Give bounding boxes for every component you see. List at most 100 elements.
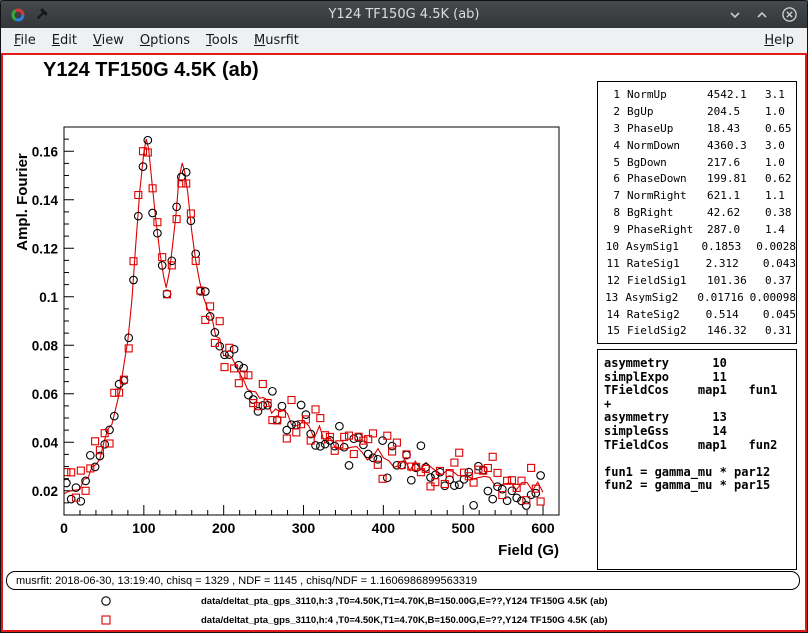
param-err: 1.0 (765, 104, 796, 121)
param-name: NormDown (627, 138, 707, 155)
param-idx: 13 (603, 290, 618, 307)
legend-marker-circle-icon (100, 595, 112, 607)
param-err: 0.38 (765, 205, 796, 222)
fourier-plot-svg: 01002003004005006000.020.040.060.080.10.… (6, 122, 586, 572)
param-name: FieldSig2 (627, 323, 707, 340)
param-err: 0.31 (765, 323, 796, 340)
svg-text:0.1: 0.1 (39, 290, 58, 305)
param-row: 12FieldSig1101.360.37 (603, 273, 796, 290)
param-err: 0.37 (765, 273, 796, 290)
param-err: 0.045 (763, 307, 796, 324)
close-button[interactable] (781, 6, 798, 23)
menu-item-view[interactable]: View (85, 31, 132, 50)
param-err: 0.62 (765, 171, 796, 188)
param-val: 4542.1 (707, 87, 765, 104)
param-row: 10AsymSig10.18530.0028 (603, 239, 796, 256)
param-err: 1.1 (765, 188, 796, 205)
theory-line (604, 452, 790, 466)
param-val: 217.6 (707, 155, 765, 172)
y-axis-title: Ampl. Fourier (14, 153, 31, 251)
legend-entry: data/deltat_pta_gps_3110,h:3 ,T0=4.50K,T… (3, 592, 805, 611)
legend-label: data/deltat_pta_gps_3110,h:4 ,T0=4.50K,T… (201, 615, 608, 626)
param-idx: 10 (603, 239, 619, 256)
param-idx: 11 (603, 256, 620, 273)
param-row: 8BgRight42.620.38 (603, 205, 796, 222)
menu-item-tools[interactable]: Tools (198, 31, 246, 50)
param-idx: 7 (603, 188, 620, 205)
app-window: Y124 TF150G 4.5K (ab) FileEditViewOption… (0, 0, 808, 633)
param-row: 15FieldSig2146.320.31 (603, 323, 796, 340)
menu-item-help[interactable]: Help (756, 31, 802, 50)
svg-text:100: 100 (132, 520, 156, 536)
legend-marker-square-icon (100, 614, 112, 626)
param-val: 146.32 (707, 323, 765, 340)
theory-box: asymmetry 10simplExpo 11TFieldCos map1 f… (597, 349, 797, 570)
svg-text:500: 500 (452, 520, 476, 536)
menu-item-options[interactable]: Options (132, 31, 198, 50)
param-err: 3.0 (765, 138, 796, 155)
svg-text:0.14: 0.14 (32, 193, 59, 208)
theory-line: simpleGss 14 (604, 425, 790, 439)
legend-label: data/deltat_pta_gps_3110,h:3 ,T0=4.50K,T… (201, 596, 608, 607)
param-err: 3.1 (765, 87, 796, 104)
param-row: 13AsymSig20.017160.00098 (603, 290, 796, 307)
param-name: PhaseRight (627, 222, 707, 239)
param-row: 11RateSig12.3120.043 (603, 256, 796, 273)
param-idx: 14 (603, 307, 620, 324)
param-idx: 3 (603, 121, 620, 138)
param-val: 18.43 (707, 121, 765, 138)
param-err: 1.4 (765, 222, 796, 239)
x-axis-title: Field (G) (498, 542, 559, 559)
param-idx: 1 (603, 87, 620, 104)
menu-item-musrfit[interactable]: Musrfit (246, 31, 307, 50)
theory-line: simplExpo 11 (604, 371, 790, 385)
param-row: 7 NormRight621.11.1 (603, 188, 796, 205)
svg-text:0.12: 0.12 (32, 241, 58, 256)
param-val: 0.514 (706, 307, 763, 324)
window-title: Y124 TF150G 4.5K (ab) (1, 7, 807, 22)
fit-stats-text: musrfit: 2018-06-30, 13:19:40, chisq = 1… (16, 575, 477, 587)
param-row: 9PhaseRight287.01.4 (603, 222, 796, 239)
menu-item-file[interactable]: File (6, 31, 44, 50)
param-val: 4360.3 (707, 138, 765, 155)
fit-curve (64, 139, 543, 494)
param-name: NormRight (627, 188, 707, 205)
root-canvas[interactable]: Y124 TF150G 4.5K (ab) 010020030040050060… (1, 53, 807, 632)
fourier-plot[interactable]: 01002003004005006000.020.040.060.080.10.… (6, 122, 586, 572)
param-name: BgUp (627, 104, 707, 121)
param-val: 42.62 (707, 205, 765, 222)
menu-item-edit[interactable]: Edit (44, 31, 85, 50)
param-idx: 4 (603, 138, 620, 155)
param-idx: 12 (603, 273, 620, 290)
svg-text:0.04: 0.04 (32, 435, 59, 450)
param-name: RateSig2 (627, 307, 706, 324)
param-val: 0.01716 (697, 290, 749, 307)
param-val: 621.1 (707, 188, 765, 205)
param-val: 204.5 (707, 104, 765, 121)
svg-text:200: 200 (212, 520, 236, 536)
fit-parameters-box: 1NormUp4542.13.12BgUp204.51.03PhaseUp18.… (597, 81, 797, 344)
theory-line: asymmetry 13 (604, 411, 790, 425)
svg-text:0.02: 0.02 (32, 484, 58, 499)
param-val: 199.81 (707, 171, 765, 188)
param-row: 6PhaseDown199.810.62 (603, 171, 796, 188)
titlebar[interactable]: Y124 TF150G 4.5K (ab) (1, 1, 807, 28)
minimize-button[interactable] (727, 7, 743, 23)
svg-text:0.08: 0.08 (32, 338, 59, 353)
param-idx: 8 (603, 205, 620, 222)
svg-text:300: 300 (292, 520, 316, 536)
param-err: 1.0 (765, 155, 796, 172)
theory-line: + (604, 398, 790, 412)
plot-frame (64, 127, 559, 515)
param-err: 0.0028 (756, 239, 796, 256)
svg-text:400: 400 (372, 520, 396, 536)
svg-text:0.16: 0.16 (32, 144, 59, 159)
param-idx: 2 (603, 104, 620, 121)
svg-text:0.06: 0.06 (32, 387, 59, 402)
menubar: FileEditViewOptionsToolsMusrfit Help (1, 28, 807, 53)
param-idx: 9 (603, 222, 620, 239)
param-err: 0.00098 (750, 290, 796, 307)
maximize-button[interactable] (754, 7, 770, 23)
param-row: 2 BgUp204.51.0 (603, 104, 796, 121)
app-icon (10, 7, 26, 23)
